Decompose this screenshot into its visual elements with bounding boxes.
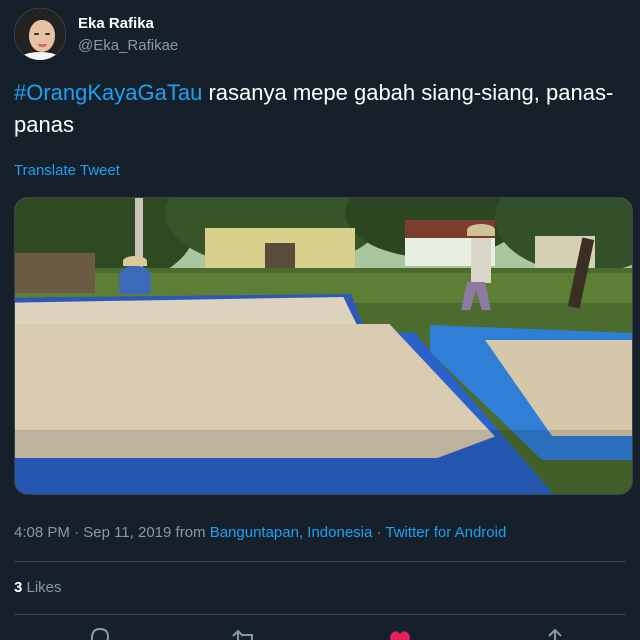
avatar[interactable] (14, 8, 66, 60)
likes-label: Likes (22, 579, 62, 596)
meta-separator: · (69, 524, 84, 541)
from-label: from (171, 524, 210, 541)
location-link[interactable]: Banguntapan, Indonesia (210, 524, 373, 541)
divider (14, 614, 626, 615)
share-button[interactable] (535, 624, 575, 640)
translate-tweet-link[interactable]: Translate Tweet (14, 162, 120, 179)
divider (14, 561, 626, 562)
retweet-button[interactable] (225, 624, 265, 640)
likes-stat[interactable]: 3 Likes (14, 579, 62, 596)
tweet-photo[interactable] (14, 197, 633, 495)
tweet-text: #OrangKayaGaTau rasanya mepe gabah siang… (14, 77, 614, 141)
author-name[interactable]: Eka Rafika (78, 15, 154, 32)
author-handle[interactable]: @Eka_Rafikae (78, 37, 178, 54)
client-link[interactable]: Twitter for Android (385, 524, 506, 541)
like-button[interactable] (380, 624, 420, 640)
tweet-date[interactable]: Sep 11, 2019 (83, 524, 171, 541)
hashtag-link[interactable]: #OrangKayaGaTau (14, 80, 202, 105)
tweet-time[interactable]: 4:08 PM (14, 524, 70, 541)
reply-button[interactable] (80, 624, 120, 640)
reply-icon (80, 624, 120, 640)
meta-separator: · (372, 524, 386, 541)
share-icon (535, 624, 575, 640)
tweet-meta: 4:08 PM · Sep 11, 2019 from Banguntapan,… (14, 524, 506, 541)
like-icon (380, 624, 420, 640)
retweet-icon (225, 624, 265, 640)
tweet-card: Eka Rafika @Eka_Rafikae #OrangKayaGaTau … (0, 0, 640, 640)
